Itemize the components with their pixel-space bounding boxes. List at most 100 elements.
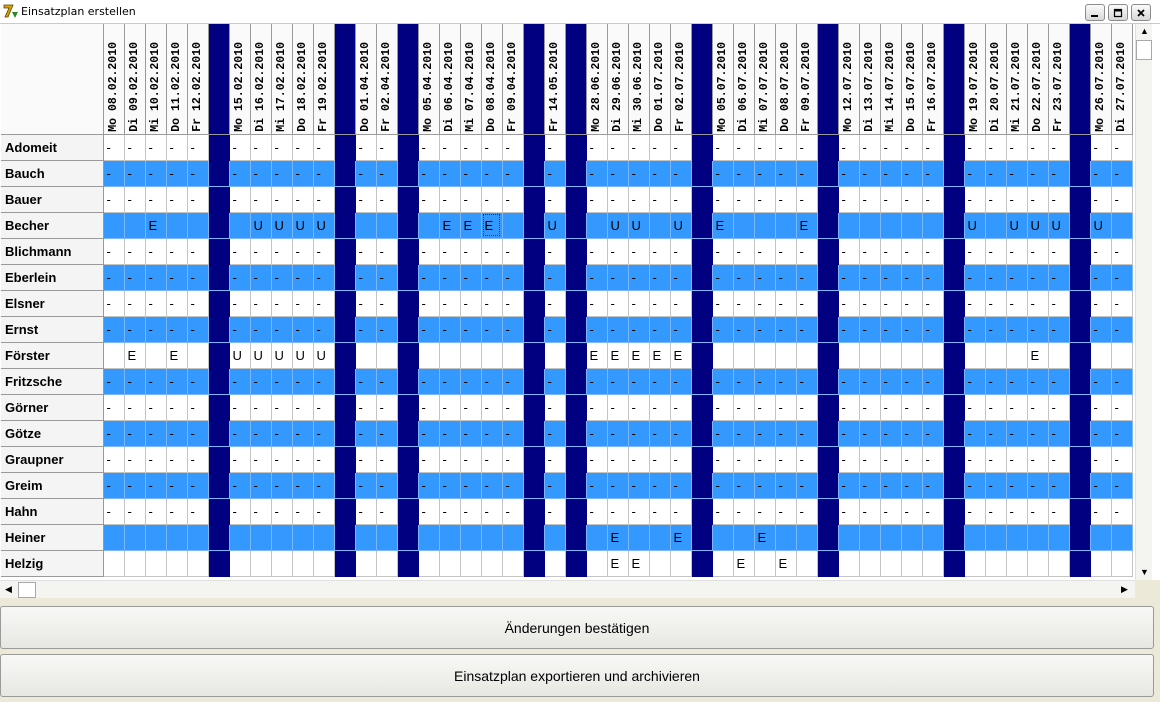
schedule-cell[interactable]: - [775, 264, 797, 291]
schedule-cell[interactable]: - [103, 394, 125, 421]
schedule-cell[interactable]: - [922, 420, 944, 447]
schedule-cell[interactable]: - [103, 134, 125, 161]
schedule-cell[interactable]: E [166, 342, 188, 369]
schedule-cell[interactable] [1027, 550, 1049, 577]
scroll-down-icon[interactable]: ▼ [1140, 567, 1149, 577]
schedule-cell[interactable]: - [376, 264, 398, 291]
schedule-cell[interactable]: - [1027, 186, 1049, 213]
schedule-cell[interactable]: - [1090, 394, 1112, 421]
schedule-cell[interactable]: - [187, 420, 209, 447]
schedule-cell[interactable]: - [250, 290, 272, 317]
schedule-cell[interactable]: - [376, 420, 398, 447]
schedule-cell[interactable]: - [985, 498, 1007, 525]
schedule-cell[interactable] [439, 550, 461, 577]
schedule-cell[interactable]: - [1111, 186, 1133, 213]
schedule-cell[interactable] [1006, 550, 1028, 577]
schedule-cell[interactable]: - [1048, 368, 1070, 395]
schedule-cell[interactable]: - [418, 446, 440, 473]
schedule-cell[interactable] [103, 342, 125, 369]
schedule-cell[interactable]: - [502, 394, 524, 421]
schedule-cell[interactable]: - [1006, 160, 1028, 187]
schedule-cell[interactable]: - [103, 420, 125, 447]
schedule-cell[interactable]: - [901, 498, 923, 525]
schedule-cell[interactable]: - [502, 472, 524, 499]
schedule-cell[interactable]: - [166, 394, 188, 421]
schedule-cell[interactable] [838, 524, 860, 551]
schedule-cell[interactable] [880, 212, 902, 239]
schedule-cell[interactable]: - [187, 160, 209, 187]
schedule-cell[interactable]: - [985, 368, 1007, 395]
schedule-cell[interactable]: - [376, 186, 398, 213]
schedule-cell[interactable]: - [229, 498, 251, 525]
schedule-cell[interactable]: - [544, 186, 566, 213]
schedule-cell[interactable]: - [439, 264, 461, 291]
schedule-cell[interactable]: - [628, 446, 650, 473]
schedule-cell[interactable]: - [1048, 186, 1070, 213]
schedule-cell[interactable] [145, 342, 167, 369]
schedule-cell[interactable]: - [460, 316, 482, 343]
schedule-cell[interactable]: - [775, 134, 797, 161]
schedule-cell[interactable]: - [439, 368, 461, 395]
schedule-cell[interactable]: - [796, 420, 818, 447]
schedule-cell[interactable]: - [124, 316, 146, 343]
schedule-cell[interactable]: - [754, 290, 776, 317]
schedule-cell[interactable]: - [1048, 290, 1070, 317]
schedule-cell[interactable]: - [145, 368, 167, 395]
schedule-cell[interactable]: - [985, 186, 1007, 213]
schedule-cell[interactable]: U [313, 212, 335, 239]
schedule-cell[interactable]: - [733, 498, 755, 525]
schedule-cell[interactable] [250, 524, 272, 551]
schedule-cell[interactable]: - [229, 264, 251, 291]
schedule-cell[interactable]: - [313, 186, 335, 213]
schedule-cell[interactable]: - [1090, 368, 1112, 395]
employee-name[interactable]: Heiner [1, 524, 104, 551]
schedule-cell[interactable]: - [271, 134, 293, 161]
schedule-cell[interactable]: - [145, 290, 167, 317]
schedule-cell[interactable]: - [124, 290, 146, 317]
schedule-cell[interactable]: - [313, 498, 335, 525]
schedule-cell[interactable]: - [838, 264, 860, 291]
schedule-cell[interactable]: - [859, 186, 881, 213]
schedule-cell[interactable] [754, 550, 776, 577]
schedule-cell[interactable] [796, 550, 818, 577]
schedule-cell[interactable]: - [628, 160, 650, 187]
schedule-cell[interactable]: - [1006, 316, 1028, 343]
vertical-scroll-thumb[interactable] [1136, 40, 1152, 60]
schedule-cell[interactable]: - [439, 238, 461, 265]
schedule-cell[interactable]: - [775, 186, 797, 213]
schedule-cell[interactable]: - [607, 238, 629, 265]
schedule-cell[interactable]: - [103, 446, 125, 473]
schedule-cell[interactable]: - [985, 238, 1007, 265]
schedule-cell[interactable]: U [607, 212, 629, 239]
schedule-cell[interactable] [985, 524, 1007, 551]
schedule-cell[interactable]: - [271, 498, 293, 525]
schedule-cell[interactable] [376, 342, 398, 369]
schedule-cell[interactable]: - [712, 134, 734, 161]
schedule-cell[interactable] [271, 550, 293, 577]
schedule-cell[interactable]: - [859, 368, 881, 395]
schedule-cell[interactable]: - [460, 290, 482, 317]
schedule-cell[interactable]: - [1048, 160, 1070, 187]
schedule-cell[interactable]: - [796, 186, 818, 213]
schedule-cell[interactable]: - [460, 446, 482, 473]
schedule-cell[interactable]: - [1090, 134, 1112, 161]
schedule-cell[interactable]: - [859, 472, 881, 499]
schedule-cell[interactable]: - [250, 238, 272, 265]
schedule-cell[interactable]: E [607, 524, 629, 551]
schedule-cell[interactable]: - [355, 394, 377, 421]
schedule-cell[interactable]: - [586, 368, 608, 395]
schedule-cell[interactable]: - [439, 134, 461, 161]
scroll-right-icon[interactable]: ▶ [1121, 584, 1128, 594]
schedule-cell[interactable]: - [250, 160, 272, 187]
schedule-cell[interactable]: - [418, 290, 440, 317]
schedule-cell[interactable]: - [1006, 394, 1028, 421]
schedule-cell[interactable]: U [1090, 212, 1112, 239]
schedule-cell[interactable]: - [1111, 368, 1133, 395]
schedule-cell[interactable]: - [754, 394, 776, 421]
schedule-cell[interactable]: - [355, 134, 377, 161]
schedule-cell[interactable]: - [166, 446, 188, 473]
schedule-cell[interactable]: - [103, 368, 125, 395]
schedule-cell[interactable]: U [1027, 212, 1049, 239]
schedule-cell[interactable]: - [250, 368, 272, 395]
schedule-cell[interactable]: - [418, 316, 440, 343]
